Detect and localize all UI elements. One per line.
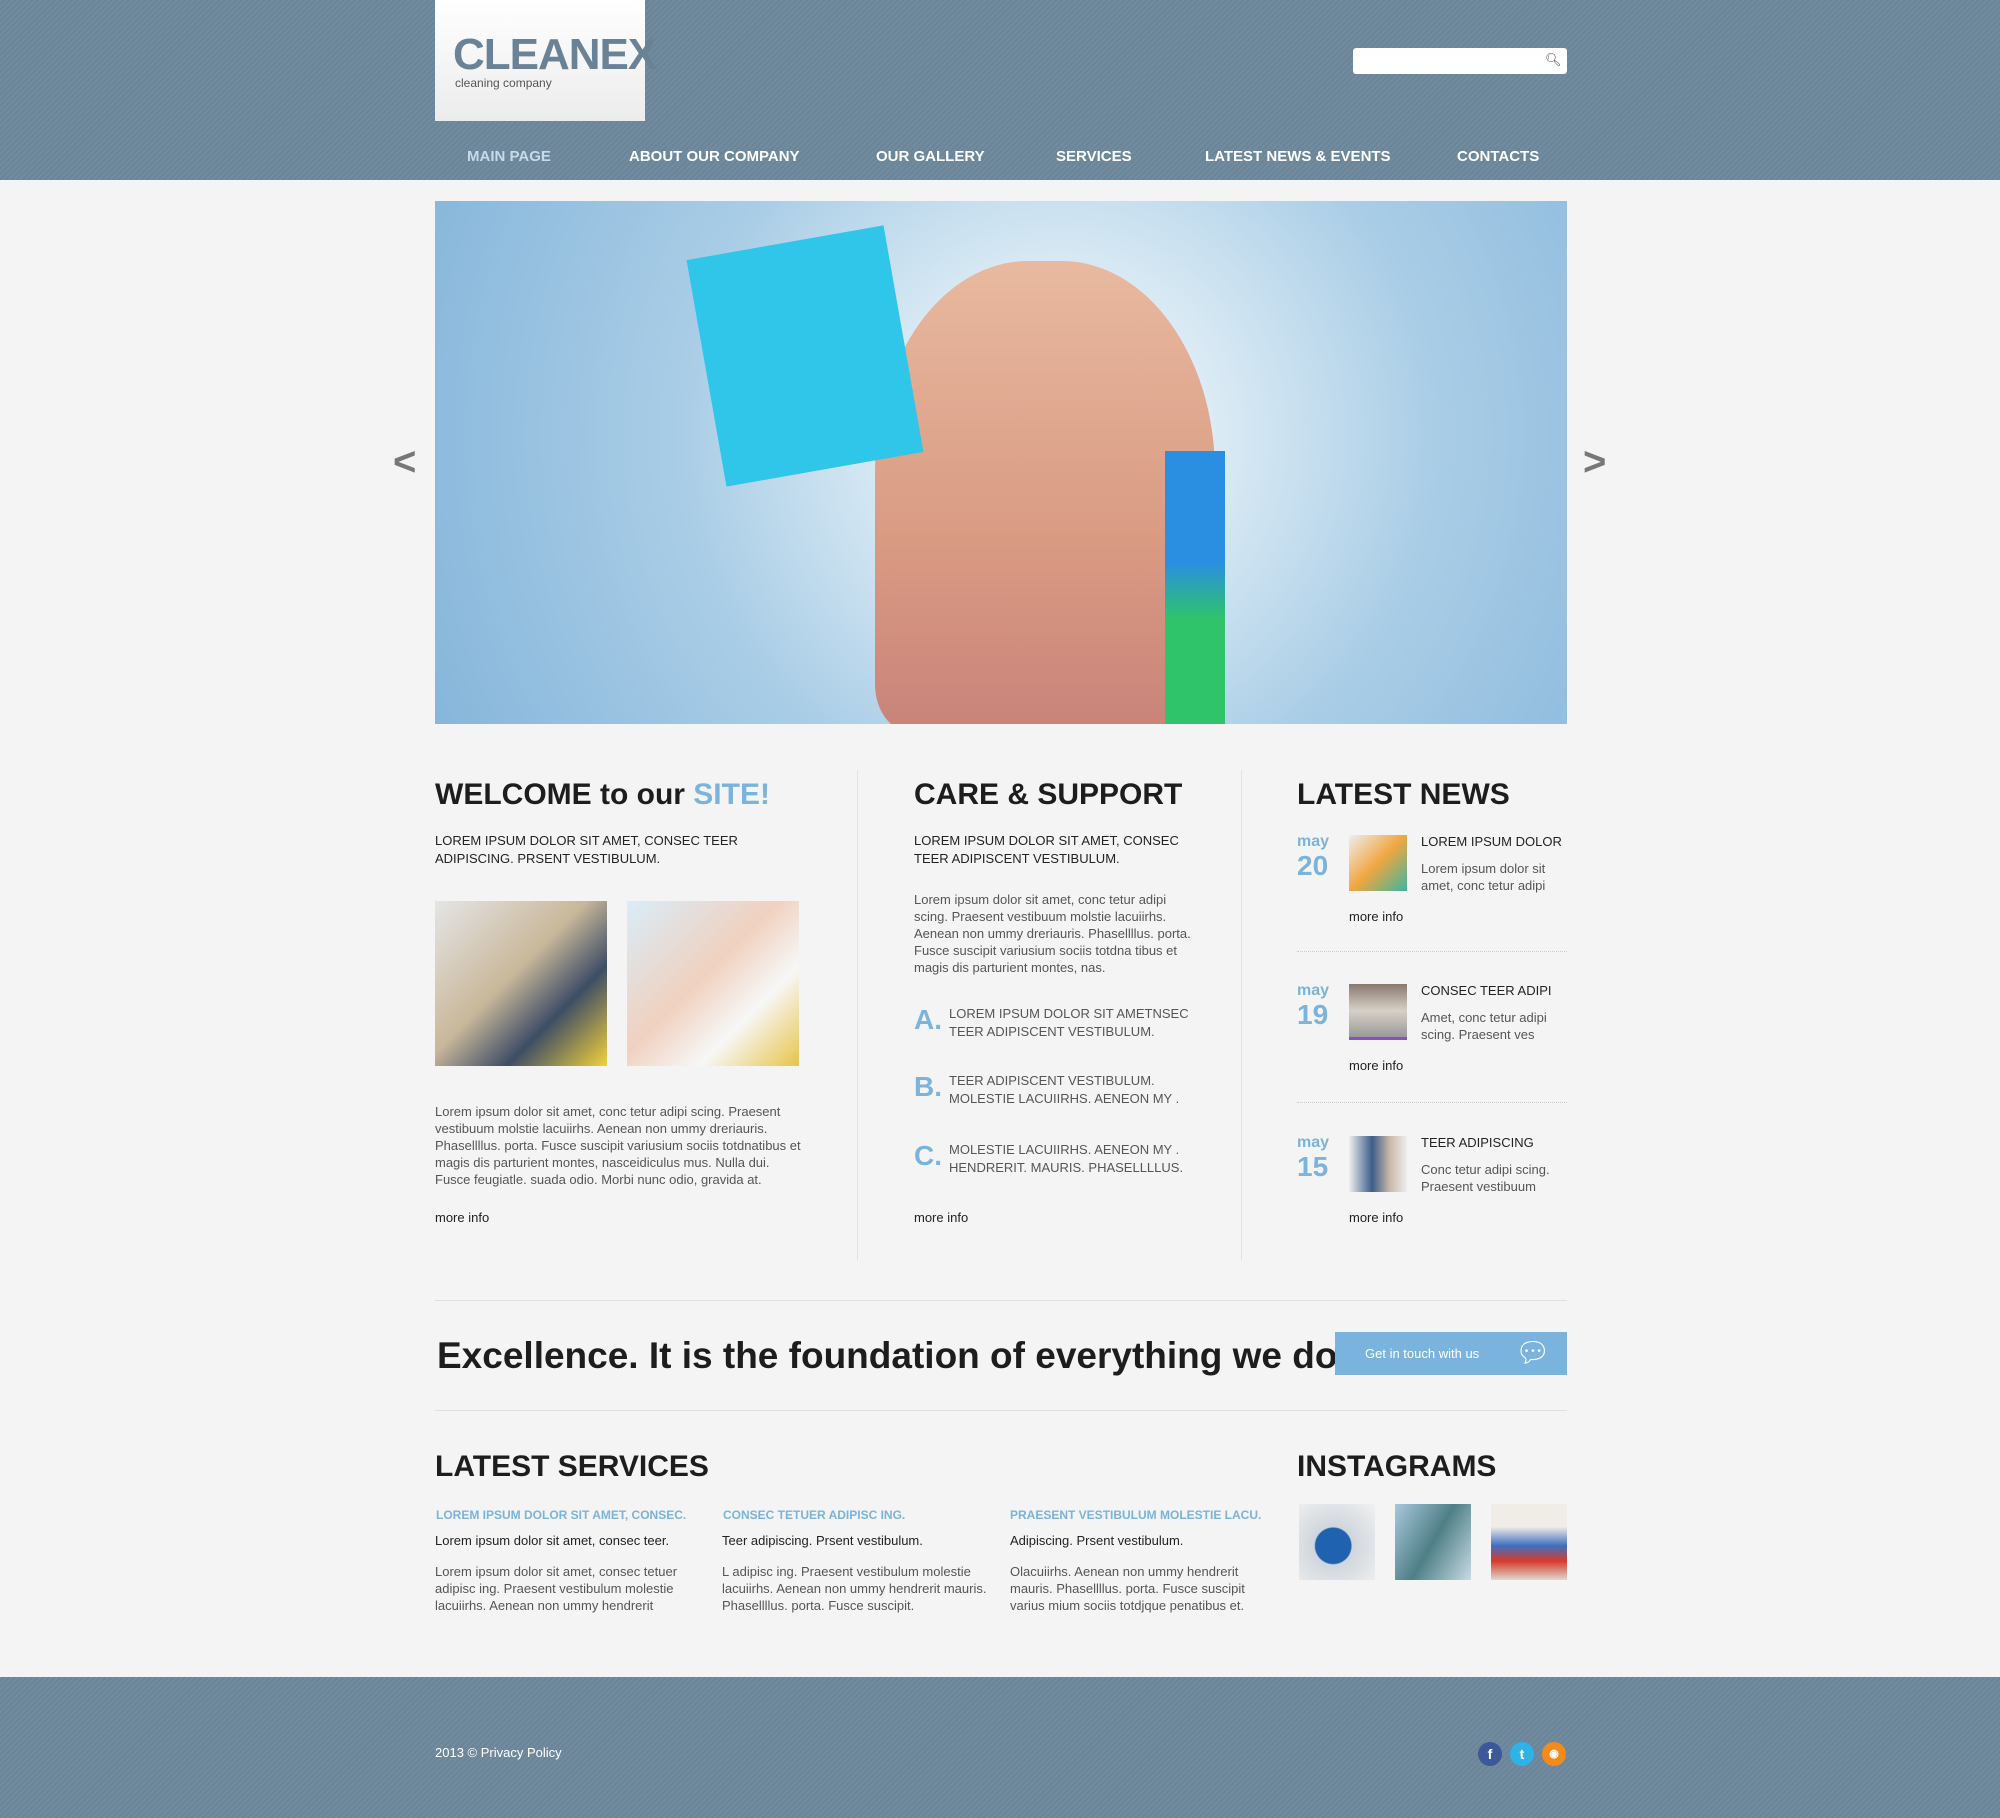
slider-next-arrow[interactable]: > bbox=[1583, 440, 1606, 485]
nav-gallery[interactable]: OUR GALLERY bbox=[876, 148, 985, 165]
service-subtitle: Adipiscing. Prsent vestibulum. bbox=[1010, 1533, 1184, 1548]
care-body: Lorem ipsum dolor sit amet, conc tetur a… bbox=[914, 892, 1191, 975]
search-icon[interactable]: 🔍︎ bbox=[1545, 52, 1562, 68]
speech-bubble-icon: 💬︎ bbox=[1515, 1337, 1551, 1368]
care-item-b: TEER ADIPISCENT VESTIBULUM. MOLESTIE LAC… bbox=[949, 1073, 1180, 1106]
facebook-icon[interactable]: f bbox=[1478, 1742, 1502, 1766]
instagram-photo[interactable] bbox=[1395, 1504, 1471, 1580]
care-letter-b: B. bbox=[914, 1071, 942, 1102]
instagram-photo[interactable] bbox=[1299, 1504, 1375, 1580]
service-text: Olacuiirhs. Aenean non ummy hendrerit ma… bbox=[1010, 1564, 1245, 1613]
search-input[interactable] bbox=[1353, 48, 1567, 74]
column-divider bbox=[1241, 770, 1242, 1260]
news-heading: LATEST NEWS bbox=[1297, 778, 1510, 811]
news-text: Conc tetur adipi scing. Praesent vestibu… bbox=[1421, 1162, 1550, 1194]
welcome-body: Lorem ipsum dolor sit amet, conc tetur a… bbox=[435, 1104, 801, 1187]
instagrams-heading: INSTAGRAMS bbox=[1297, 1450, 1497, 1483]
news-text: Amet, conc tetur adipi scing. Praesent v… bbox=[1421, 1010, 1547, 1042]
slider-prev-arrow[interactable]: < bbox=[393, 440, 416, 485]
care-heading: CARE & SUPPORT bbox=[914, 778, 1183, 811]
welcome-intro: LOREM IPSUM DOLOR SIT AMET, CONSEC TEER … bbox=[435, 833, 738, 866]
service-subtitle: Teer adipiscing. Prsent vestibulum. bbox=[722, 1533, 923, 1548]
news-day: 19 bbox=[1297, 999, 1329, 1030]
news-day: 15 bbox=[1297, 1151, 1329, 1182]
welcome-photo-2 bbox=[627, 901, 799, 1066]
care-item-a: LOREM IPSUM DOLOR SIT AMETNSEC TEER ADIP… bbox=[949, 1006, 1189, 1039]
hero-figure bbox=[875, 261, 1215, 724]
news-more-link[interactable]: more info bbox=[1349, 909, 1403, 924]
hero-slider-image bbox=[435, 201, 1567, 724]
logo-title: CLEANEX bbox=[453, 30, 657, 79]
news-month: may bbox=[1297, 1134, 1330, 1151]
divider bbox=[435, 1300, 1567, 1301]
news-day: 20 bbox=[1297, 850, 1329, 881]
service-title[interactable]: LOREM IPSUM DOLOR SIT AMET, CONSEC. bbox=[436, 1508, 686, 1522]
nav-main-page[interactable]: MAIN PAGE bbox=[467, 148, 551, 165]
service-text: Lorem ipsum dolor sit amet, consec tetue… bbox=[435, 1564, 678, 1613]
welcome-heading: WELCOME to our SITE! bbox=[435, 778, 770, 811]
logo[interactable]: CLEANEX cleaning company bbox=[435, 0, 657, 121]
welcome-photo-1 bbox=[435, 901, 607, 1066]
privacy-policy-link[interactable]: 2013 © Privacy Policy bbox=[435, 1745, 562, 1760]
welcome-more-link[interactable]: more info bbox=[435, 1210, 489, 1225]
news-title[interactable]: CONSEC TEER ADIPI bbox=[1421, 983, 1552, 998]
news-month: may bbox=[1297, 982, 1330, 999]
news-more-link[interactable]: more info bbox=[1349, 1210, 1403, 1225]
tagline: Excellence. It is the foundation of ever… bbox=[437, 1335, 1348, 1376]
instagram-photo[interactable] bbox=[1491, 1504, 1567, 1580]
service-subtitle: Lorem ipsum dolor sit amet, consec teer. bbox=[435, 1533, 670, 1548]
nav-about[interactable]: ABOUT OUR COMPANY bbox=[629, 148, 800, 165]
news-thumb[interactable] bbox=[1349, 835, 1407, 891]
rss-icon[interactable]: ◉ bbox=[1542, 1742, 1566, 1766]
news-text: Lorem ipsum dolor sit amet, conc tetur a… bbox=[1421, 861, 1546, 893]
news-month: may bbox=[1297, 833, 1330, 850]
twitter-icon[interactable]: t bbox=[1510, 1742, 1534, 1766]
news-thumb[interactable] bbox=[1349, 1136, 1407, 1192]
header-band bbox=[0, 0, 2000, 180]
service-text: L adipisc ing. Praesent vestibulum moles… bbox=[722, 1564, 987, 1613]
sponge-shape bbox=[686, 225, 924, 487]
service-title[interactable]: CONSEC TETUER ADIPISC ING. bbox=[723, 1508, 905, 1522]
services-heading: LATEST SERVICES bbox=[435, 1450, 709, 1483]
care-letter-a: A. bbox=[914, 1004, 942, 1035]
nav-services[interactable]: SERVICES bbox=[1056, 148, 1132, 165]
news-thumb[interactable] bbox=[1349, 984, 1407, 1040]
news-more-link[interactable]: more info bbox=[1349, 1058, 1403, 1073]
footer-band bbox=[0, 1677, 2000, 1818]
news-title[interactable]: LOREM IPSUM DOLOR bbox=[1421, 834, 1562, 849]
spray-bottle-shape bbox=[1165, 451, 1225, 724]
care-letter-c: C. bbox=[914, 1140, 942, 1171]
column-divider bbox=[857, 770, 858, 1260]
news-separator bbox=[1297, 951, 1567, 952]
care-more-link[interactable]: more info bbox=[914, 1210, 968, 1225]
nav-news[interactable]: LATEST NEWS & EVENTS bbox=[1205, 148, 1391, 165]
nav-contacts[interactable]: CONTACTS bbox=[1457, 148, 1539, 165]
news-title[interactable]: TEER ADIPISCING bbox=[1421, 1135, 1534, 1150]
care-intro: LOREM IPSUM DOLOR SIT AMET, CONSEC TEER … bbox=[914, 833, 1179, 866]
logo-subtitle: cleaning company bbox=[455, 76, 552, 90]
news-separator bbox=[1297, 1102, 1567, 1103]
service-title[interactable]: PRAESENT VESTIBULUM MOLESTIE LACU. bbox=[1010, 1508, 1261, 1522]
divider bbox=[435, 1410, 1567, 1411]
care-item-c: MOLESTIE LACUIIRHS. AENEON MY . HENDRERI… bbox=[949, 1142, 1184, 1175]
